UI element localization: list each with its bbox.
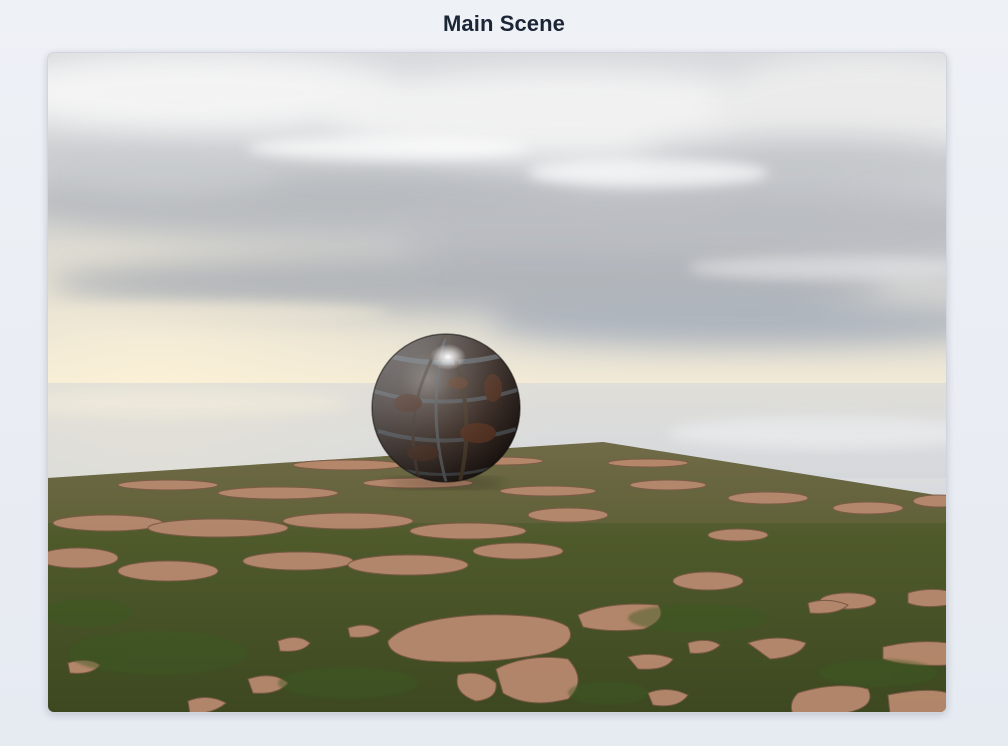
- 3d-scene-viewport[interactable]: [47, 52, 947, 713]
- app-root: Main Scene: [0, 0, 1008, 746]
- sphere-highlight: [430, 344, 466, 370]
- scene-canvas[interactable]: [48, 53, 947, 713]
- page-title: Main Scene: [442, 11, 566, 36]
